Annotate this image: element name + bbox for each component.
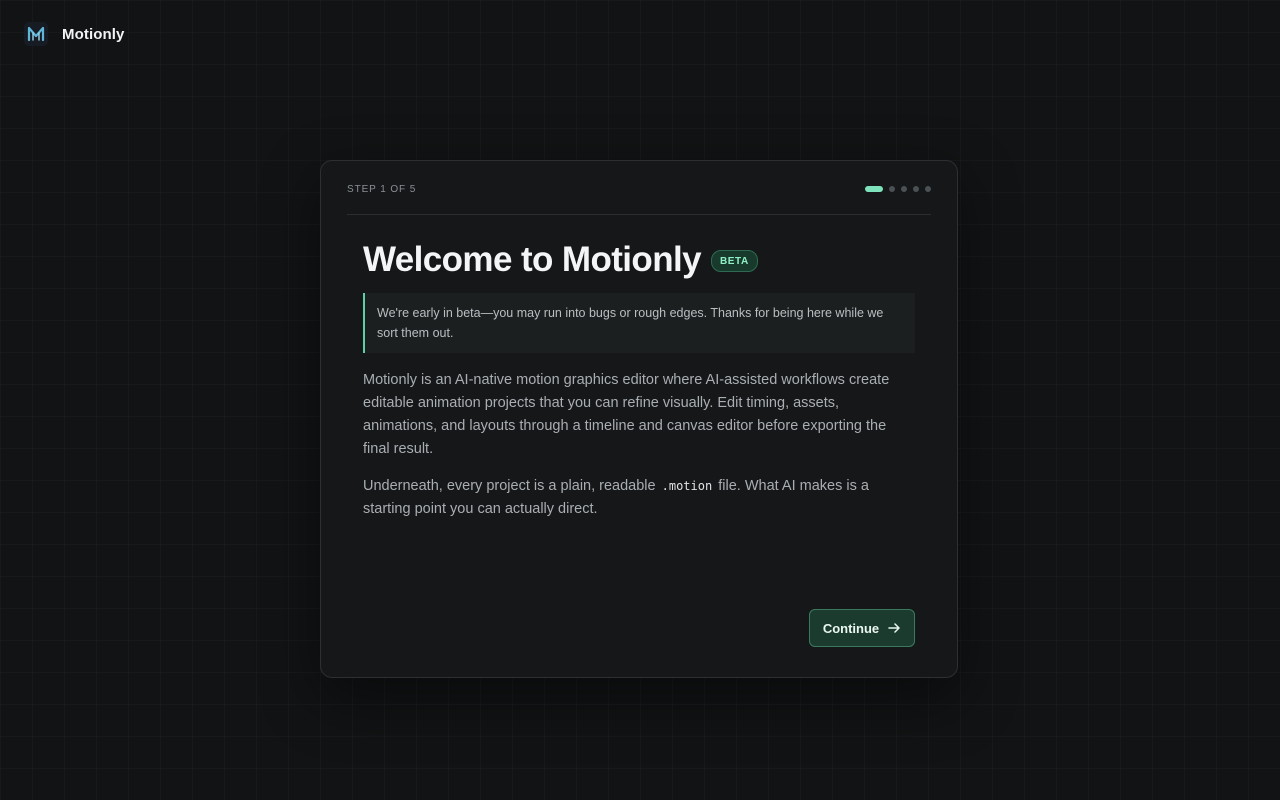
file-format-paragraph: Underneath, every project is a plain, re… — [363, 475, 915, 521]
step-dot-3 — [901, 186, 907, 192]
step-dot-1 — [865, 186, 883, 192]
page-title: Welcome to Motionly — [363, 240, 702, 279]
continue-button-label: Continue — [822, 620, 880, 636]
title-row: Welcome to Motionly BETA — [363, 237, 915, 283]
description-paragraph: Motionly is an AI-native motion graphics… — [363, 372, 890, 457]
continue-button[interactable]: Continue — [809, 609, 915, 647]
card-content: Welcome to Motionly BETA We're early in … — [363, 237, 915, 521]
motionly-logo-icon[interactable] — [24, 22, 48, 46]
step-dot-4 — [913, 186, 919, 192]
file-format-text-start: Underneath, every project is a plain, re… — [363, 478, 660, 494]
motion-file-extension: .motion — [661, 479, 713, 493]
app-header: Motionly — [24, 22, 124, 46]
card-header: STEP 1 OF 5 — [347, 161, 931, 215]
beta-badge: BETA — [710, 250, 758, 272]
step-dot-2 — [889, 186, 895, 192]
step-progress-indicator — [865, 186, 931, 192]
step-dot-5 — [925, 186, 931, 192]
app-name: Motionly — [62, 25, 125, 43]
step-label: STEP 1 OF 5 — [347, 184, 417, 195]
beta-notice: We're early in beta—you may run into bug… — [363, 293, 915, 353]
arrow-right-icon — [887, 621, 901, 635]
onboarding-card: STEP 1 OF 5 Welcome to Motionly BETA We'… — [320, 160, 958, 678]
